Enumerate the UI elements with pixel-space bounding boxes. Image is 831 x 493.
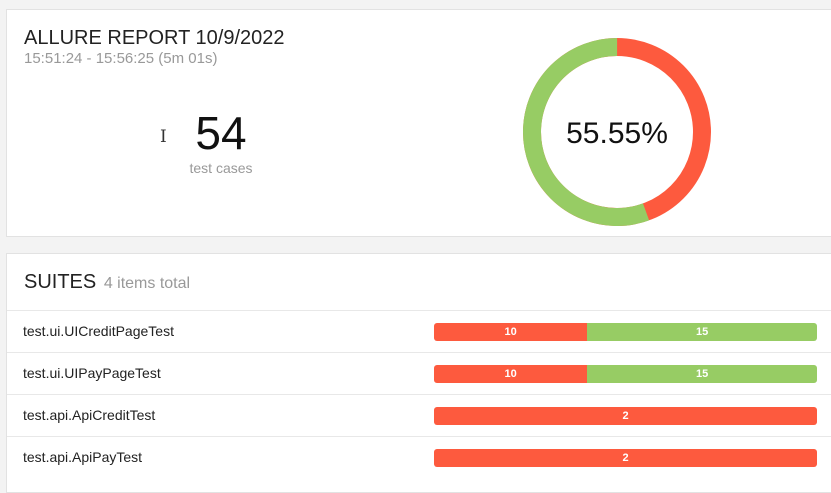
passed-segment: 15 [587, 323, 817, 341]
suite-status-bar[interactable]: 10 15 [434, 323, 817, 341]
suite-status-bar[interactable]: 10 15 [434, 365, 817, 383]
suite-status-bar[interactable]: 2 0 [434, 407, 817, 425]
report-title: ALLURE REPORT 10/9/2022 [24, 27, 285, 49]
failed-segment: 2 [434, 449, 817, 467]
test-case-count: 54 [195, 107, 247, 159]
suite-name: test.api.ApiPayTest [23, 449, 143, 465]
suites-title: SUITES [24, 271, 97, 293]
failed-segment: 10 [434, 365, 588, 383]
passed-segment: 15 [587, 365, 817, 383]
success-rate-label: 55.55% [566, 117, 668, 150]
suite-row[interactable]: test.api.ApiCreditTest 2 0 [7, 394, 831, 436]
summary-widget: ALLURE REPORT 10/9/2022 15:51:24 - 15:56… [6, 9, 831, 237]
suite-status-bar[interactable]: 2 0 [434, 449, 817, 467]
failed-segment: 2 [434, 407, 817, 425]
suite-name: test.api.ApiCreditTest [23, 407, 156, 423]
report-time-range: 15:51:24 - 15:56:25 (5m 01s) [24, 50, 218, 67]
suite-row[interactable]: test.api.ApiPayTest 2 0 [7, 436, 831, 478]
suite-row[interactable]: test.ui.UICreditPageTest 10 15 [7, 310, 831, 352]
suites-header: SUITES 4 items total [24, 271, 190, 294]
suite-name: test.ui.UIPayPageTest [23, 365, 161, 381]
suite-row[interactable]: test.ui.UIPayPageTest 10 15 [7, 352, 831, 394]
suites-widget: SUITES 4 items total test.ui.UICreditPag… [6, 253, 831, 493]
suite-name: test.ui.UICreditPageTest [23, 323, 174, 339]
test-case-count-label: test cases [189, 160, 253, 176]
success-rate-donut[interactable]: 55.55% [521, 36, 713, 228]
failed-segment: 10 [434, 323, 588, 341]
suites-count: 4 items total [103, 275, 191, 292]
